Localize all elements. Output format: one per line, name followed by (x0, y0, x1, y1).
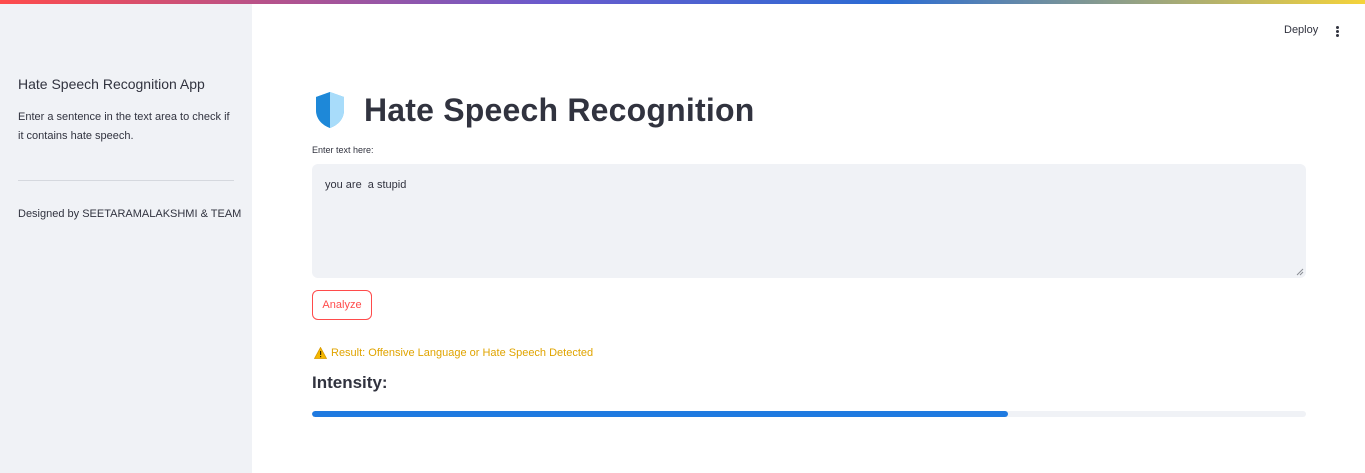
analyze-button[interactable]: Analyze (312, 290, 372, 320)
intensity-progress-bar (312, 411, 1306, 417)
deploy-button[interactable]: Deploy (1278, 22, 1324, 38)
sidebar: Hate Speech Recognition App Enter a sent… (0, 0, 252, 473)
resize-handle-icon[interactable] (1296, 268, 1304, 276)
sidebar-credit: Designed by SEETARAMALAKSHMI & TEAM (18, 208, 242, 220)
sidebar-description: Enter a sentence in the text area to che… (18, 111, 230, 142)
intensity-progress-fill (312, 411, 1008, 417)
result-alert: Result: Offensive Language or Hate Speec… (314, 347, 593, 359)
warning-icon (314, 347, 327, 359)
text-input-area[interactable]: you are a stupid (312, 164, 1306, 278)
sidebar-divider (18, 180, 234, 181)
shield-icon (316, 92, 344, 128)
page-title: Hate Speech Recognition (364, 91, 755, 128)
top-decoration-bar (0, 0, 1365, 4)
page-title-row: Hate Speech Recognition (312, 88, 754, 132)
app-window: Hate Speech Recognition App Enter a sent… (0, 0, 1365, 473)
text-input-label: Enter text here: (312, 145, 374, 155)
intensity-heading: Intensity: (312, 373, 388, 392)
sidebar-title: Hate Speech Recognition App (18, 76, 205, 92)
more-vertical-icon[interactable] (1329, 22, 1345, 40)
text-input-value[interactable]: you are a stupid (325, 179, 406, 191)
result-text: Result: Offensive Language or Hate Speec… (331, 347, 594, 359)
